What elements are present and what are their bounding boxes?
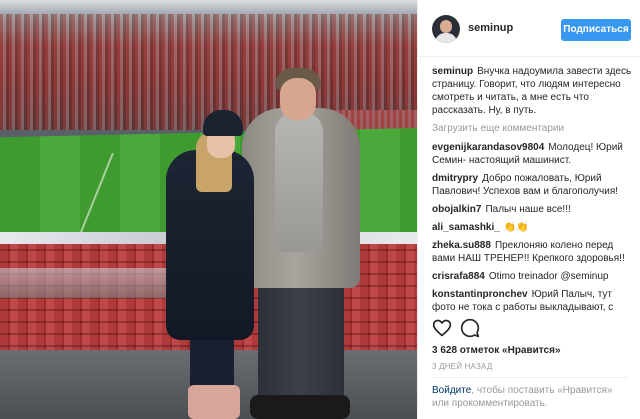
- login-hint-text-2: или прокомментировать.: [432, 398, 548, 409]
- avatar-body: [435, 33, 457, 43]
- load-more-comments-button[interactable]: Загрузить еще комментарии: [432, 122, 632, 135]
- comment-username[interactable]: ali_samashki_: [432, 222, 500, 233]
- post-date: 3 ДНЕЙ НАЗАД: [432, 362, 493, 371]
- man-face: [280, 78, 316, 120]
- heart-icon[interactable]: [432, 318, 452, 338]
- comment-text: Otimo treinador @seminup: [488, 271, 609, 282]
- comment-username[interactable]: obojalkin7: [432, 204, 481, 215]
- post-actions: [432, 318, 632, 340]
- likes-count[interactable]: 3 628 отметок «Нравится»: [432, 345, 561, 356]
- caption-username[interactable]: seminup: [432, 66, 473, 77]
- divider: [432, 377, 628, 378]
- login-hint: Войдите, чтобы поставить «Нравится» или …: [432, 384, 628, 410]
- man-shoes: [250, 395, 350, 419]
- comment-item: evgenijkarandasov9804 Молодец! Юрий Семин…: [432, 141, 632, 167]
- login-hint-text: , чтобы поставить «Нравится»: [471, 385, 613, 396]
- comment-item: crisrafa884 Otimo treinador @seminup: [432, 270, 632, 283]
- avatar-face: [440, 20, 452, 33]
- comment-item: ali_samashki_ 👏👏: [432, 221, 632, 234]
- instagram-post: seminup Подписаться seminup Внучка надоум…: [0, 0, 640, 419]
- comment-item: dmitrypry Добро пожаловать, Юрий Павлович…: [432, 172, 632, 198]
- girl-hat: [203, 110, 243, 136]
- comment-username[interactable]: zheka.su888: [432, 240, 491, 251]
- post-side-panel: seminup Подписаться seminup Внучка надоум…: [417, 0, 640, 419]
- comment-icon[interactable]: [460, 318, 480, 338]
- login-link[interactable]: Войдите: [432, 385, 471, 396]
- comment-username[interactable]: evgenijkarandasov9804: [432, 142, 544, 153]
- comment-item: zheka.su888 Преклоняю колено перед вами Н…: [432, 239, 632, 265]
- comment-text: Палыч наше все!!!: [485, 204, 571, 215]
- avatar[interactable]: [432, 15, 460, 43]
- comment-item: konstantinpronchev Юрий Палыч, тут фото н…: [432, 288, 632, 314]
- post-photo[interactable]: [0, 0, 417, 419]
- girl-boots: [188, 385, 240, 419]
- comment-username[interactable]: crisrafa884: [432, 271, 485, 282]
- stadium-roof: [0, 0, 417, 14]
- comment-username[interactable]: konstantinpronchev: [432, 289, 528, 300]
- caption: seminup Внучка надоумила завести здесь ст…: [432, 65, 632, 117]
- header-username[interactable]: seminup: [468, 22, 513, 34]
- comments-list: seminup Внучка надоумила завести здесь ст…: [432, 65, 632, 335]
- man-scarf: [275, 112, 323, 252]
- follow-button[interactable]: Подписаться: [561, 19, 631, 41]
- post-header: seminup Подписаться: [418, 0, 640, 57]
- comment-username[interactable]: dmitrypry: [432, 173, 478, 184]
- comment-item: obojalkin7 Палыч наше все!!!: [432, 203, 632, 216]
- comment-text: 👏👏: [503, 222, 529, 233]
- man-legs: [258, 285, 344, 405]
